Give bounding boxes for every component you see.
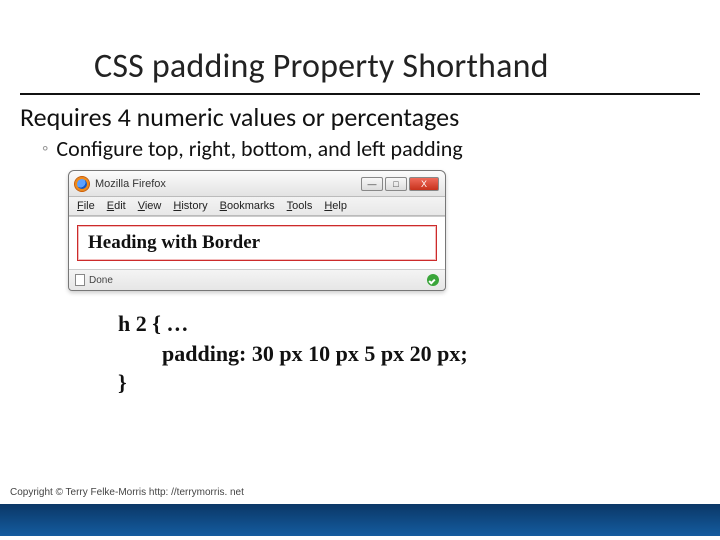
slide-subtitle: Requires 4 numeric values or percentages <box>0 95 720 133</box>
code-line-1: h 2 { … <box>118 311 188 336</box>
bullet-marker: ◦ <box>42 135 48 162</box>
sub-bullet-text: Configure top, right, bottom, and left p… <box>56 135 462 162</box>
browser-titlebar: Mozilla Firefox — □ X <box>69 171 445 197</box>
browser-app-name: Mozilla Firefox <box>95 178 361 190</box>
menu-history[interactable]: History <box>173 200 207 212</box>
maximize-button[interactable]: □ <box>385 177 407 191</box>
window-buttons: — □ X <box>361 177 439 191</box>
code-line-3: } <box>118 370 127 395</box>
browser-content: Heading with Border <box>69 216 445 270</box>
bordered-heading: Heading with Border <box>77 225 437 261</box>
document-icon <box>75 274 85 286</box>
check-icon <box>427 274 439 286</box>
footer-bar <box>0 504 720 536</box>
menu-view[interactable]: View <box>138 200 162 212</box>
menu-bookmarks[interactable]: Bookmarks <box>220 200 275 212</box>
close-button[interactable]: X <box>409 177 439 191</box>
code-line-2: padding: 30 px 10 px 5 px 20 px; <box>118 341 468 366</box>
code-sample: h 2 { … padding: 30 px 10 px 5 px 20 px;… <box>0 291 720 398</box>
menu-tools[interactable]: Tools <box>287 200 313 212</box>
status-text: Done <box>89 275 113 286</box>
menu-edit[interactable]: Edit <box>107 200 126 212</box>
sub-bullet-row: ◦ Configure top, right, bottom, and left… <box>0 133 720 162</box>
menu-file[interactable]: File <box>77 200 95 212</box>
minimize-button[interactable]: — <box>361 177 383 191</box>
menu-help[interactable]: Help <box>324 200 347 212</box>
browser-window: Mozilla Firefox — □ X File Edit View His… <box>68 170 446 291</box>
firefox-icon <box>75 177 89 191</box>
copyright-text: Copyright © Terry Felke-Morris http: //t… <box>10 487 244 498</box>
slide-title: CSS padding Property Shorthand <box>0 0 720 91</box>
browser-statusbar: Done <box>69 270 445 290</box>
browser-menubar: File Edit View History Bookmarks Tools H… <box>69 197 445 216</box>
